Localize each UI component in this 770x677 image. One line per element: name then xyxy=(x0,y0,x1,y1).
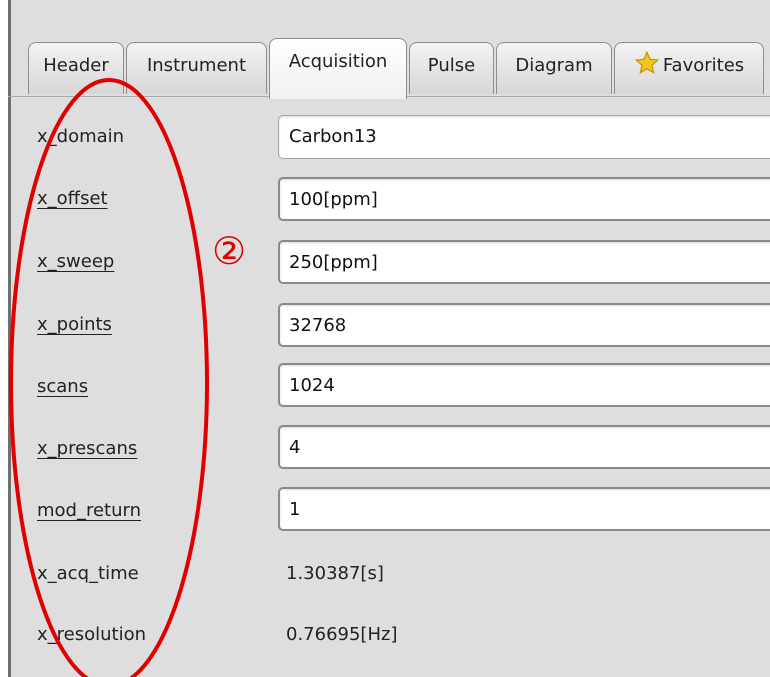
label-x-offset-link[interactable]: x_offset xyxy=(37,188,108,209)
x-prescans-field[interactable]: 4 xyxy=(278,425,770,469)
x-domain-field[interactable]: Carbon13 xyxy=(278,115,770,159)
tab-acquisition[interactable]: Acquisition xyxy=(269,38,407,99)
label-scans-link[interactable]: scans xyxy=(37,376,88,397)
mod-return-field[interactable]: 1 xyxy=(278,487,770,531)
tab-favorites-label: Favorites xyxy=(662,55,745,76)
tab-instrument[interactable]: Instrument xyxy=(126,42,267,94)
label-x-resolution: x_resolution xyxy=(37,624,147,645)
label-x-points-link[interactable]: x_points xyxy=(37,314,112,335)
label-x-sweep-link[interactable]: x_sweep xyxy=(37,251,114,272)
x-offset-field[interactable]: 100[ppm] xyxy=(278,177,770,221)
label-x-acq-time: x_acq_time xyxy=(37,563,139,584)
x-sweep-field[interactable]: 250[ppm] xyxy=(278,240,770,284)
label-x-prescans-link[interactable]: x_prescans xyxy=(37,438,137,459)
scans-field[interactable]: 1024 xyxy=(278,363,770,407)
x-resolution-value: 0.76695[Hz] xyxy=(286,624,398,645)
tab-favorites[interactable]: Favorites xyxy=(614,42,764,94)
tab-header[interactable]: Header xyxy=(28,42,124,94)
x-acq-time-value: 1.30387[s] xyxy=(286,563,384,584)
tab-pulse[interactable]: Pulse xyxy=(409,42,494,94)
tab-diagram[interactable]: Diagram xyxy=(496,42,612,94)
annotation-number-marker: ② xyxy=(211,229,247,273)
x-points-field[interactable]: 32768 xyxy=(278,303,770,347)
star-icon xyxy=(634,50,659,74)
label-x-domain: x_domain xyxy=(37,126,125,147)
label-mod-return-link[interactable]: mod_return xyxy=(37,500,141,521)
